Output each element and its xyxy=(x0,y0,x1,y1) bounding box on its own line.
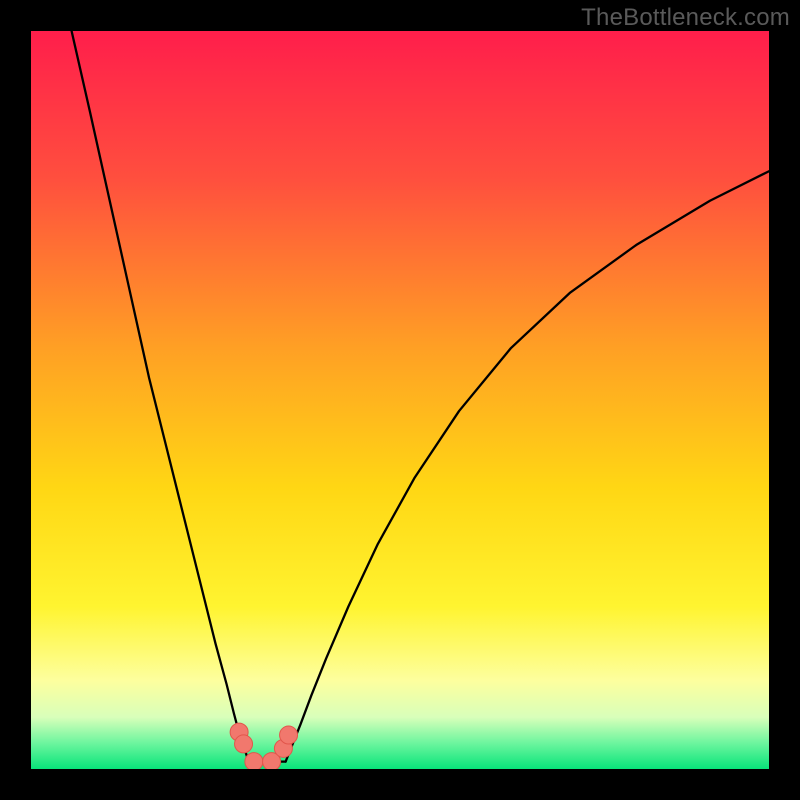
marker-m2 xyxy=(235,735,253,753)
gradient-background xyxy=(31,31,769,769)
watermark-text: TheBottleneck.com xyxy=(581,4,790,32)
chart-frame: TheBottleneck.com xyxy=(0,0,800,800)
marker-m6 xyxy=(280,726,298,744)
plot-area xyxy=(31,31,769,769)
marker-m3 xyxy=(245,753,263,769)
chart-svg xyxy=(31,31,769,769)
